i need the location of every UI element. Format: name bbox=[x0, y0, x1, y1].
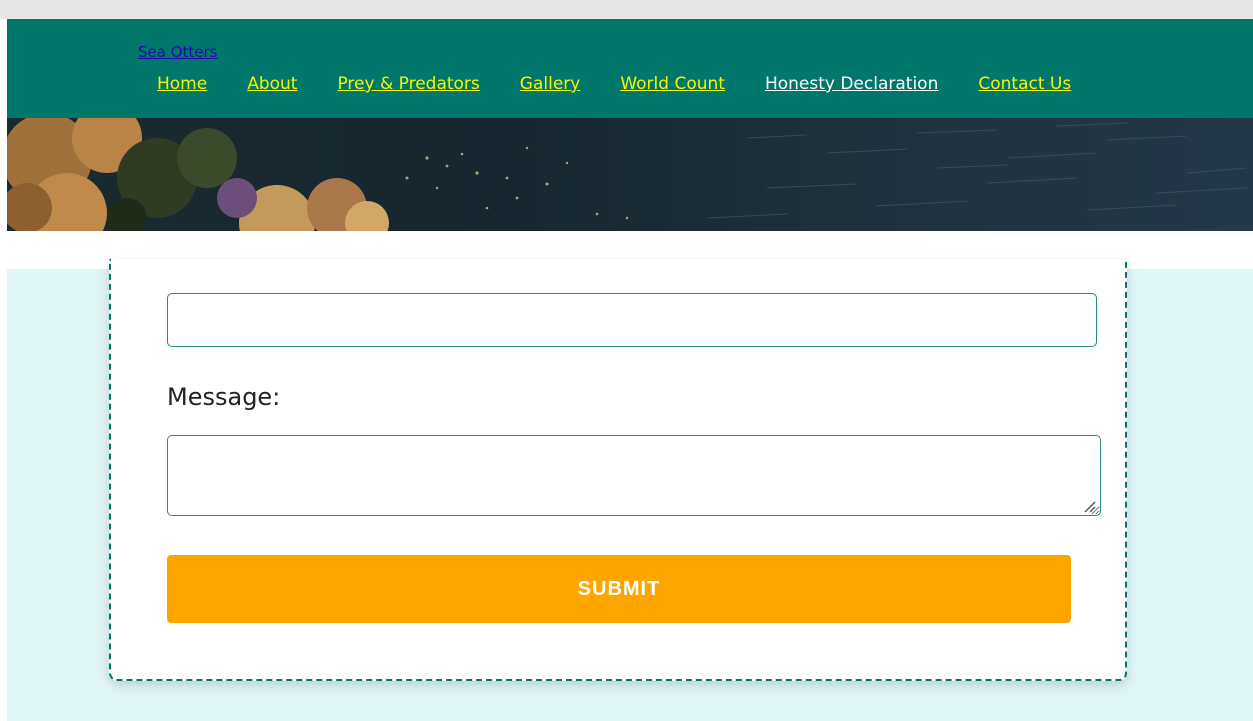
browser-top-strip bbox=[0, 0, 1253, 19]
email-field[interactable] bbox=[167, 293, 1097, 347]
main-nav: Home About Prey & Predators Gallery Worl… bbox=[157, 74, 1111, 96]
water-ripples bbox=[706, 122, 1248, 219]
contact-form-card: Message: SUBMIT bbox=[109, 259, 1127, 681]
nav-contact-us[interactable]: Contact Us bbox=[978, 74, 1071, 96]
nav-world-count[interactable]: World Count bbox=[620, 74, 725, 96]
page: Sea Otters Home About Prey & Predators G… bbox=[7, 19, 1253, 721]
nav-honesty-declaration[interactable]: Honesty Declaration bbox=[765, 74, 938, 96]
submit-button[interactable]: SUBMIT bbox=[167, 555, 1071, 623]
nav-prey-predators[interactable]: Prey & Predators bbox=[337, 74, 479, 96]
nav-home[interactable]: Home bbox=[157, 74, 207, 96]
message-textarea[interactable] bbox=[167, 435, 1101, 516]
nav-about[interactable]: About bbox=[247, 74, 297, 96]
autumn-trees bbox=[7, 118, 389, 231]
message-label: Message: bbox=[167, 383, 281, 411]
lily-pads bbox=[405, 146, 629, 220]
resize-handle-icon[interactable] bbox=[1082, 499, 1096, 513]
site-header: Sea Otters Home About Prey & Predators G… bbox=[7, 19, 1253, 118]
banner-illustration bbox=[7, 118, 1248, 231]
nav-gallery[interactable]: Gallery bbox=[520, 74, 581, 96]
site-title-link[interactable]: Sea Otters bbox=[138, 43, 218, 61]
hero-banner-image bbox=[7, 118, 1253, 231]
browser-viewport: Sea Otters Home About Prey & Predators G… bbox=[0, 0, 1253, 721]
